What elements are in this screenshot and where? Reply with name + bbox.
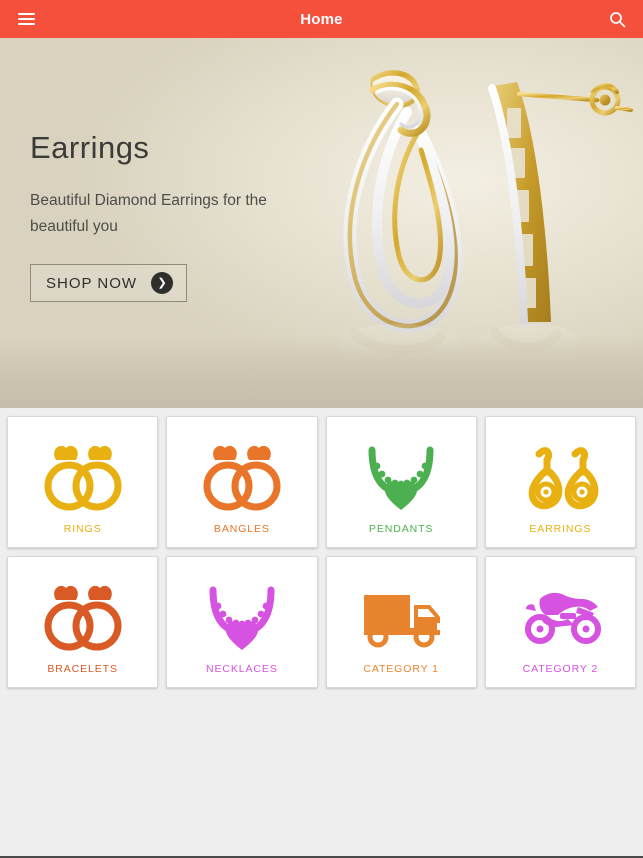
- shop-now-button[interactable]: SHOP NOW ❯: [30, 264, 188, 303]
- category-label: RINGS: [63, 523, 102, 535]
- motorcycle-icon: [492, 573, 629, 663]
- search-icon[interactable]: [604, 6, 630, 32]
- hamburger-menu-icon[interactable]: [13, 6, 39, 32]
- necklace-icon: [333, 433, 470, 523]
- banner-title: Earrings: [30, 130, 150, 165]
- banner-subtitle: Beautiful Diamond Earrings for the beaut…: [30, 192, 267, 235]
- shop-now-label: SHOP NOW: [46, 274, 138, 292]
- truck-icon: [333, 573, 470, 663]
- category-grid: RINGS BANGLES PENDANTS EARRINGS BRACELET…: [0, 408, 643, 688]
- category-card-category-2[interactable]: CATEGORY 2: [484, 556, 636, 688]
- category-label: PENDANTS: [368, 523, 434, 535]
- app-bar: Home: [0, 0, 643, 38]
- rings-icon: [14, 573, 151, 663]
- banner-earrings-image: [315, 48, 635, 398]
- earrings-icon: [492, 433, 629, 523]
- category-card-necklaces[interactable]: NECKLACES: [166, 556, 318, 688]
- rings-icon: [173, 433, 310, 523]
- page-title: Home: [300, 10, 343, 28]
- necklace-icon: [173, 573, 310, 663]
- category-label: NECKLACES: [206, 663, 278, 675]
- chevron-right-icon: ❯: [151, 272, 174, 295]
- banner-copy: Earrings Beautiful Diamond Earrings for …: [30, 130, 330, 303]
- category-label: CATEGORY 1: [363, 663, 439, 675]
- category-card-earrings[interactable]: EARRINGS: [484, 416, 636, 548]
- hero-banner[interactable]: Earrings Beautiful Diamond Earrings for …: [0, 38, 643, 408]
- category-card-category-1[interactable]: CATEGORY 1: [325, 556, 477, 688]
- rings-icon: [14, 433, 151, 523]
- category-card-bangles[interactable]: BANGLES: [166, 416, 318, 548]
- category-label: CATEGORY 2: [522, 663, 599, 675]
- category-card-rings[interactable]: RINGS: [7, 416, 159, 548]
- category-label: BANGLES: [213, 523, 270, 535]
- category-card-bracelets[interactable]: BRACELETS: [7, 556, 159, 688]
- category-card-pendants[interactable]: PENDANTS: [325, 416, 477, 548]
- category-label: BRACELETS: [47, 663, 118, 675]
- category-label: EARRINGS: [529, 523, 592, 535]
